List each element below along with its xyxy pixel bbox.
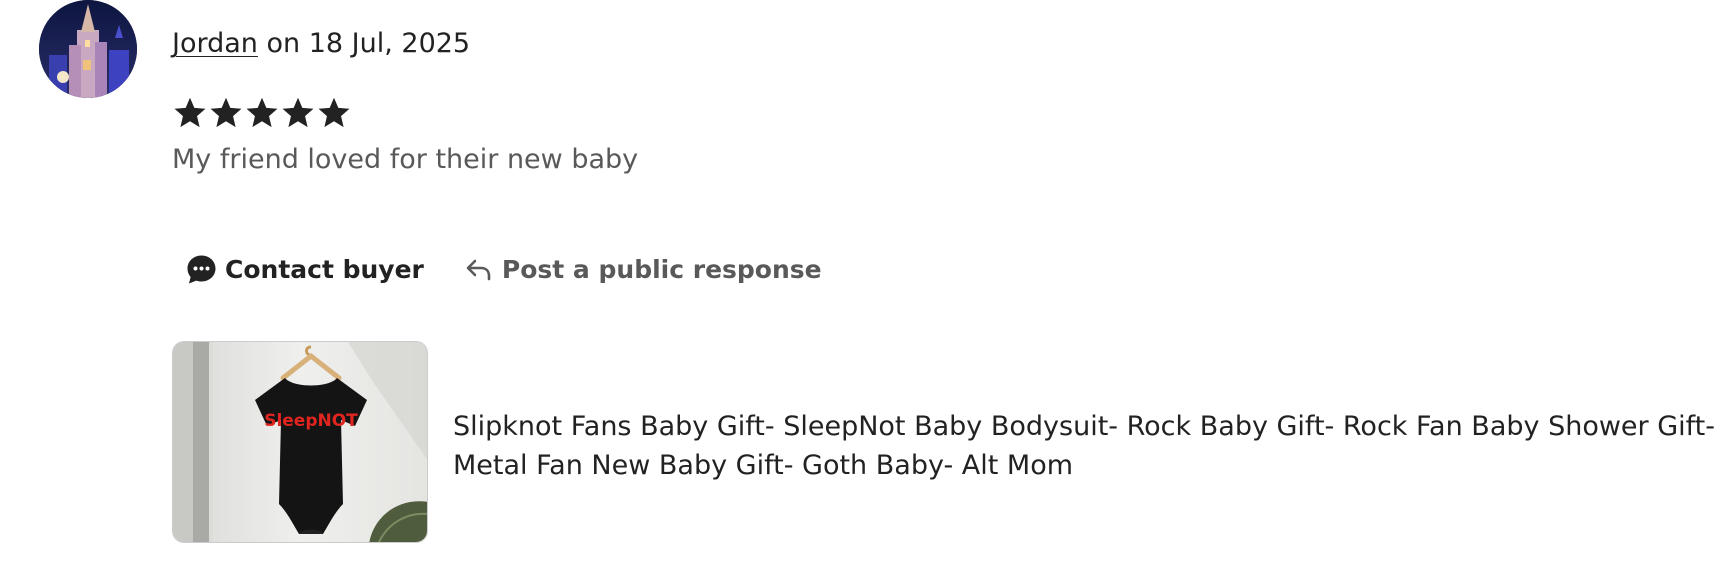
star-icon — [282, 97, 314, 128]
review-actions: Contact buyer Post a public response — [172, 248, 836, 290]
star-icon — [318, 97, 350, 128]
contact-buyer-label: Contact buyer — [225, 254, 424, 284]
star-icon — [174, 97, 206, 128]
listing-thumbnail[interactable]: SleepNOT — [172, 341, 428, 543]
star-icon — [210, 97, 242, 128]
review-meta: Jordan on 18 Jul, 2025 — [172, 27, 470, 61]
reply-arrow-icon — [464, 254, 494, 284]
reviewer-avatar[interactable] — [39, 0, 137, 98]
chat-bubble-icon — [186, 254, 217, 285]
reviewer-name-link[interactable]: Jordan — [172, 28, 258, 59]
listing-title-link[interactable]: Slipknot Fans Baby Gift- SleepNot Baby B… — [453, 407, 1723, 485]
post-public-response-label: Post a public response — [501, 254, 822, 284]
star-rating — [172, 95, 352, 135]
review-text: My friend loved for their new baby — [172, 144, 639, 175]
contact-buyer-button[interactable]: Contact buyer — [172, 248, 438, 290]
star-icon — [246, 97, 278, 128]
listing-image-print-text: SleepNOT — [264, 411, 358, 431]
review-date: on 18 Jul, 2025 — [266, 28, 471, 59]
post-public-response-button[interactable]: Post a public response — [450, 248, 836, 290]
